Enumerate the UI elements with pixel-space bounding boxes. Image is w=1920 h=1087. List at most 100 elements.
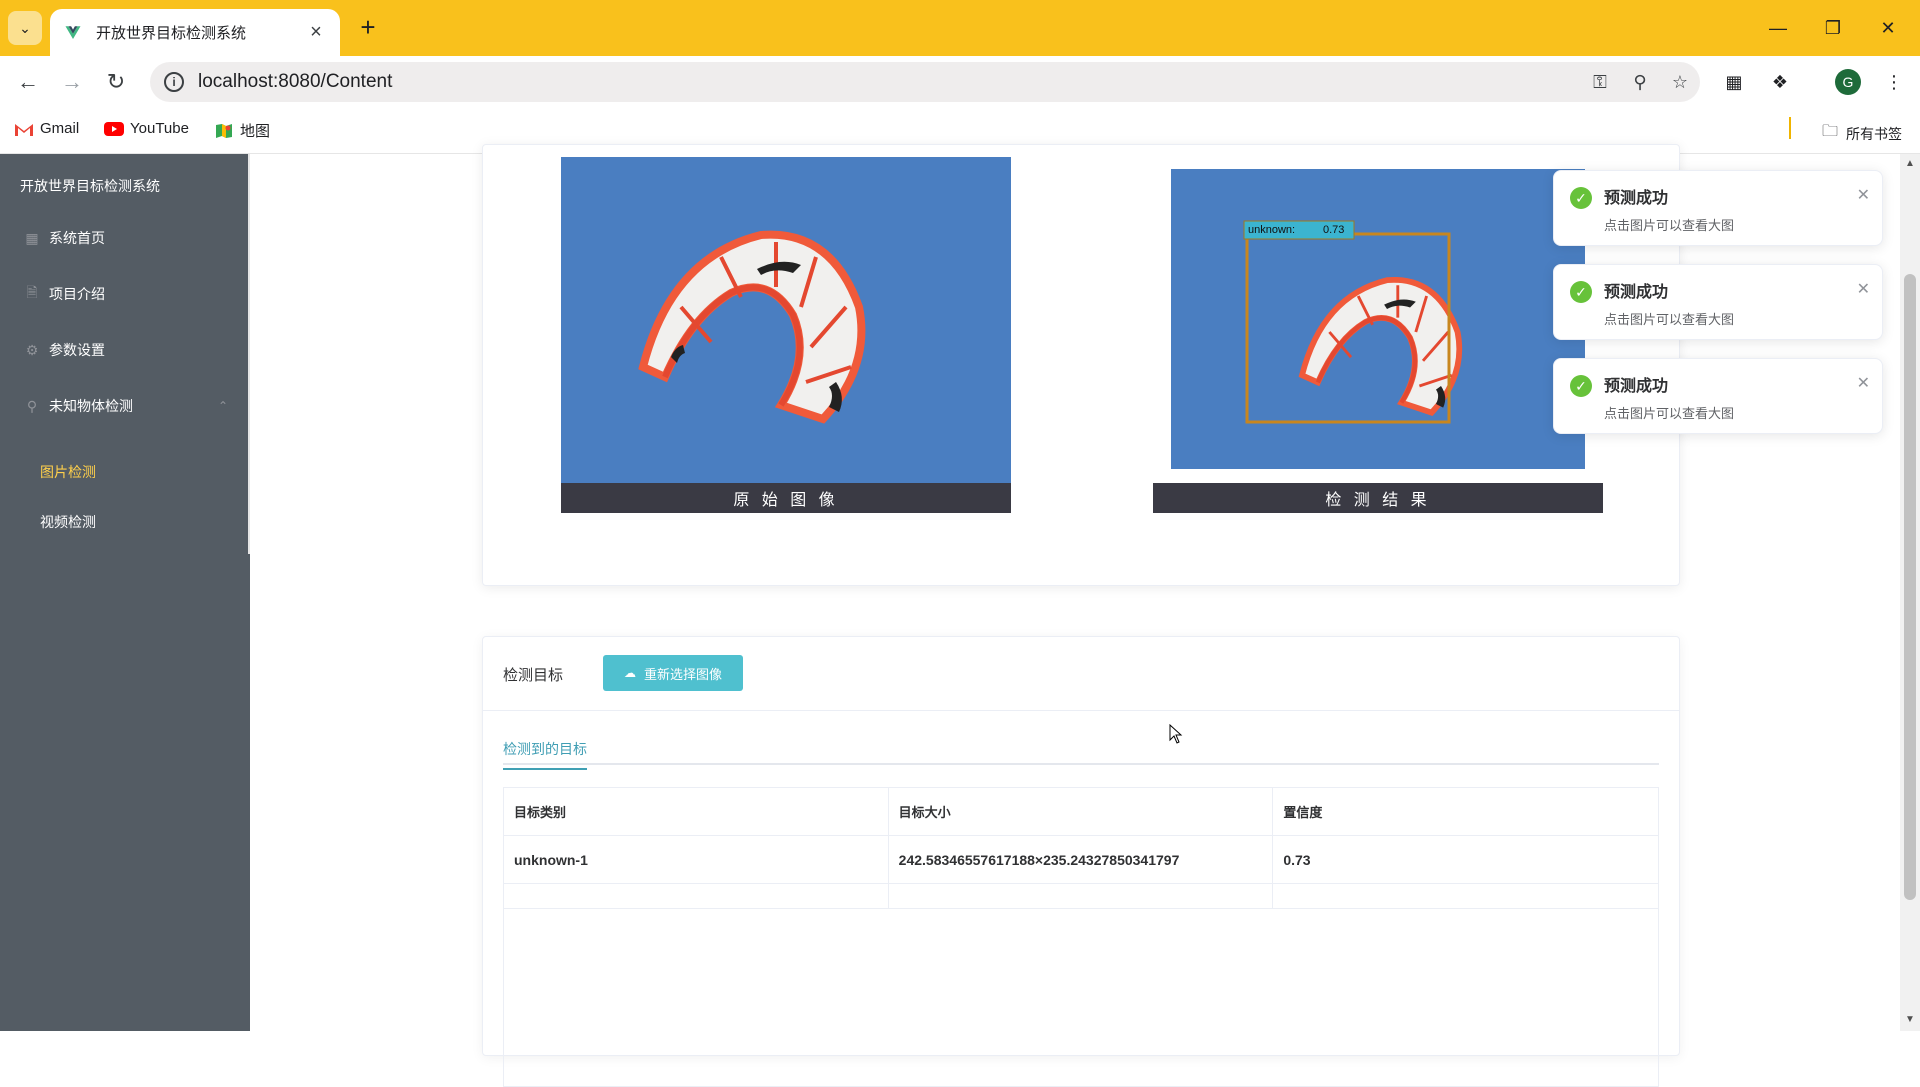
key-icon[interactable]: ⚿ xyxy=(1580,72,1620,93)
empty-cell xyxy=(1273,884,1658,908)
url-text[interactable]: localhost:8080/Content xyxy=(198,71,1580,93)
avatar: G xyxy=(1835,69,1861,95)
success-check-icon: ✓ xyxy=(1570,375,1592,397)
forward-button[interactable]: → xyxy=(56,66,88,98)
tab-detected-targets[interactable]: 检测到的目标 xyxy=(503,739,587,770)
target-header: 检测目标 ☁ 重新选择图像 xyxy=(483,637,1679,711)
extension-icon[interactable]: ▦ xyxy=(1716,66,1752,98)
close-icon[interactable]: ✕ xyxy=(1857,373,1870,393)
detection-label: unknown: xyxy=(1248,224,1296,236)
column-header: 目标大小 xyxy=(889,788,1274,835)
browser-toolbar: ← → ↻ i localhost:8080/Content ⚿ ⚲ ☆ ▦ ❖… xyxy=(0,56,1920,108)
browser-tab-bar: ⌄ 开放世界目标检测系统 × + — ❐ ✕ xyxy=(0,0,1920,56)
sidebar: 开放世界目标检测系统 ▦ 系统首页 🗎 项目介绍 ⚙ 参数设置 ⚲ 未知物体检测… xyxy=(0,154,250,1031)
notification-message: 点击图片可以查看大图 xyxy=(1604,218,1735,233)
notification-title: 预测成功 xyxy=(1604,284,1669,301)
menu-item-unknown-detection[interactable]: ⚲ 未知物体检测 ⌃ xyxy=(0,378,248,434)
cell-category: unknown-1 xyxy=(504,836,889,883)
restore-button[interactable]: ❐ xyxy=(1813,10,1853,46)
result-image-box[interactable]: unknown: 0.73 检 测 结 果 xyxy=(1153,157,1603,513)
address-bar[interactable]: i localhost:8080/Content ⚿ ⚲ ☆ xyxy=(150,62,1700,102)
scroll-down-arrow[interactable]: ▼ xyxy=(1904,1014,1916,1025)
gear-icon: ⚙ xyxy=(25,341,39,358)
star-icon[interactable]: ☆ xyxy=(1660,72,1700,93)
result-caption: 检 测 结 果 xyxy=(1153,483,1603,513)
bookmark-gmail[interactable]: Gmail xyxy=(14,120,79,137)
menu-label: 参数设置 xyxy=(49,342,105,358)
notification[interactable]: ✓ 预测成功 点击图片可以查看大图 ✕ xyxy=(1553,358,1883,434)
gmail-icon xyxy=(15,123,33,136)
scroll-thumb[interactable] xyxy=(1904,274,1916,900)
original-image-box[interactable]: 原 始 图 像 xyxy=(561,157,1011,513)
reselect-image-button[interactable]: ☁ 重新选择图像 xyxy=(603,655,743,691)
vue-logo-icon xyxy=(65,25,81,39)
mouse-cursor-icon xyxy=(1169,724,1183,744)
submenu-video-detection[interactable]: 视频检测 xyxy=(0,497,248,547)
table-row[interactable]: unknown-1 242.58346557617188×235.2432785… xyxy=(504,836,1658,884)
new-tab-button[interactable]: + xyxy=(352,12,384,43)
tab-close-icon[interactable]: × xyxy=(306,21,326,44)
chevron-up-icon: ⌃ xyxy=(217,399,228,413)
original-caption: 原 始 图 像 xyxy=(561,483,1011,513)
column-header: 置信度 xyxy=(1283,805,1323,820)
result-image[interactable]: unknown: 0.73 xyxy=(1171,169,1585,469)
success-check-icon: ✓ xyxy=(1570,281,1592,303)
all-bookmarks-folder[interactable]: 🗀 所有书签 xyxy=(1822,120,1902,147)
submenu-image-detection[interactable]: 图片检测 xyxy=(0,447,248,497)
bookmark-maps[interactable]: 地图 xyxy=(214,120,270,141)
kite-image xyxy=(561,157,1011,483)
scroll-up-arrow[interactable]: ▲ xyxy=(1904,158,1916,169)
minimize-button[interactable]: — xyxy=(1758,10,1798,46)
cell-confidence: 0.73 xyxy=(1283,851,1311,868)
table-header-row: 目标类别 目标大小 置信度 xyxy=(504,788,1658,836)
menu-item-home[interactable]: ▦ 系统首页 xyxy=(0,210,248,266)
menu-item-intro[interactable]: 🗎 项目介绍 xyxy=(0,266,248,322)
close-window-button[interactable]: ✕ xyxy=(1868,10,1908,46)
empty-cell xyxy=(504,884,889,908)
close-icon[interactable]: ✕ xyxy=(1857,185,1870,205)
notification[interactable]: ✓ 预测成功 点击图片可以查看大图 ✕ xyxy=(1553,264,1883,340)
detection-image xyxy=(1171,169,1585,469)
notification[interactable]: ✓ 预测成功 点击图片可以查看大图 ✕ xyxy=(1553,170,1883,246)
cell-size: 242.58346557617188×235.24327850341797 xyxy=(889,836,1274,883)
bookmark-youtube[interactable]: YouTube xyxy=(104,120,189,137)
menu-item-settings[interactable]: ⚙ 参数设置 xyxy=(0,322,248,378)
location-icon: ⚲ xyxy=(26,397,38,414)
menu-label: 未知物体检测 xyxy=(49,398,133,414)
target-header-label: 检测目标 xyxy=(503,667,564,684)
empty-cell xyxy=(889,884,1274,908)
bookmark-label: 地图 xyxy=(240,123,271,140)
menu-label: 项目介绍 xyxy=(49,286,105,302)
bookmark-label: YouTube xyxy=(130,120,189,137)
puzzle-icon[interactable]: ❖ xyxy=(1762,66,1798,98)
target-tabs: 检测到的目标 xyxy=(503,731,1659,770)
browser-tab[interactable]: 开放世界目标检测系统 × xyxy=(50,9,340,56)
page-scrollbar[interactable]: ▲ ▼ xyxy=(1900,154,1920,1031)
zoom-icon[interactable]: ⚲ xyxy=(1620,72,1660,93)
original-image[interactable] xyxy=(561,157,1011,483)
image-card: 原 始 图 像 unknown: 0.73 检 测 结 果 xyxy=(482,144,1680,586)
maps-icon xyxy=(216,123,232,138)
app-title: 开放世界目标检测系统 xyxy=(20,178,160,194)
grid-icon: ▦ xyxy=(25,229,39,246)
tab-search-button[interactable]: ⌄ xyxy=(8,11,42,45)
close-icon[interactable]: ✕ xyxy=(1857,279,1870,299)
bookmark-divider xyxy=(1789,117,1791,139)
bookmark-label: Gmail xyxy=(40,120,80,137)
submenu-label: 图片检测 xyxy=(40,464,96,480)
folder-label: 所有书签 xyxy=(1846,125,1902,142)
folder-icon: 🗀 xyxy=(1821,123,1838,140)
cloud-upload-icon: ☁ xyxy=(623,666,636,680)
notification-message: 点击图片可以查看大图 xyxy=(1604,406,1735,421)
success-check-icon: ✓ xyxy=(1570,187,1592,209)
notification-title: 预测成功 xyxy=(1604,378,1669,395)
back-button[interactable]: ← xyxy=(12,66,44,98)
reload-button[interactable]: ↻ xyxy=(100,66,132,98)
target-table: 目标类别 目标大小 置信度 unknown-1 242.583465576171… xyxy=(503,787,1659,1087)
table-row-empty xyxy=(504,884,1658,909)
youtube-icon xyxy=(104,121,124,136)
menu-kebab-icon[interactable]: ⋮ xyxy=(1876,66,1912,98)
site-info-icon[interactable]: i xyxy=(164,72,184,92)
tab-title: 开放世界目标检测系统 xyxy=(96,25,247,42)
profile-avatar[interactable]: G xyxy=(1830,66,1866,98)
